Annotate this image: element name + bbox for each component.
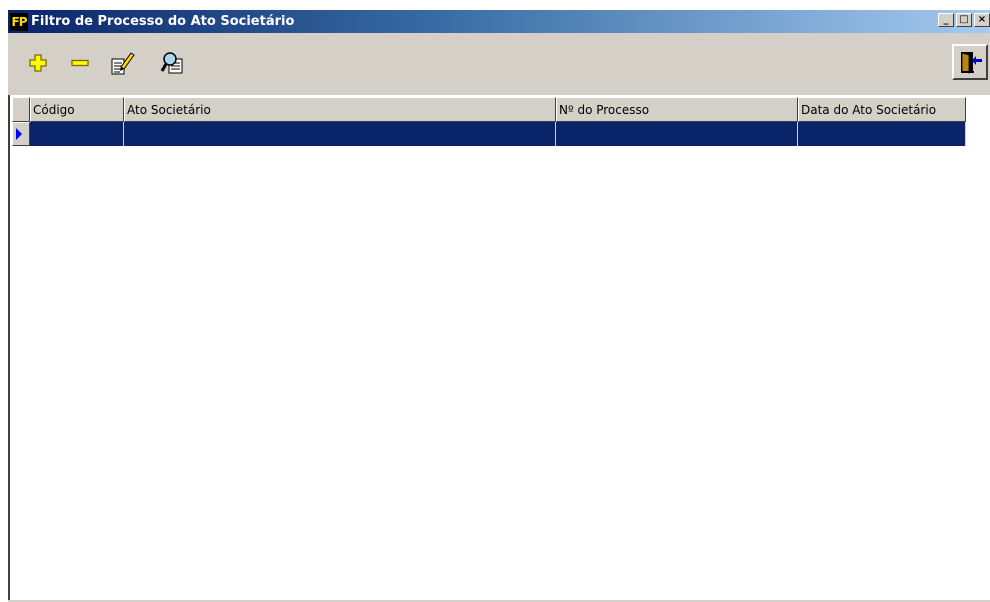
- edit-button[interactable]: [108, 49, 136, 77]
- table-row[interactable]: [12, 122, 966, 146]
- grid-header: Código Ato Societário Nº do Processo Dat…: [12, 97, 966, 122]
- minus-icon: [71, 59, 89, 67]
- toolbar: [8, 33, 990, 95]
- cell-codigo[interactable]: [30, 122, 124, 146]
- title-bar: FP Filtro de Processo do Ato Societário …: [8, 10, 990, 33]
- window-controls: _ □ ×: [936, 13, 990, 27]
- row-indicator: [12, 122, 30, 146]
- column-header-ato-societario[interactable]: Ato Societário: [124, 97, 556, 122]
- plus-icon: [29, 54, 47, 72]
- column-header-data-ato[interactable]: Data do Ato Societário: [798, 97, 966, 122]
- window-title: Filtro de Processo do Ato Societário: [31, 14, 295, 29]
- data-grid[interactable]: Código Ato Societário Nº do Processo Dat…: [8, 95, 990, 602]
- cell-data-ato[interactable]: [798, 122, 966, 146]
- column-header-numero-processo[interactable]: Nº do Processo: [556, 97, 798, 122]
- exit-door-icon: [961, 52, 982, 74]
- exit-button[interactable]: [952, 44, 988, 80]
- magnifier-icon: [160, 52, 183, 74]
- header-indicator-cell: [12, 97, 30, 122]
- cell-ato-societario[interactable]: [124, 122, 556, 146]
- edit-document-icon: [111, 52, 135, 75]
- minimize-button[interactable]: _: [938, 13, 954, 27]
- remove-button[interactable]: [66, 49, 94, 77]
- add-button[interactable]: [24, 49, 52, 77]
- current-row-arrow-icon: [16, 128, 22, 140]
- maximize-button[interactable]: □: [956, 13, 972, 27]
- search-button[interactable]: [159, 49, 187, 77]
- close-button[interactable]: ×: [974, 13, 990, 27]
- cell-numero-processo[interactable]: [556, 122, 798, 146]
- app-icon: FP: [10, 12, 28, 31]
- column-header-codigo[interactable]: Código: [30, 97, 124, 122]
